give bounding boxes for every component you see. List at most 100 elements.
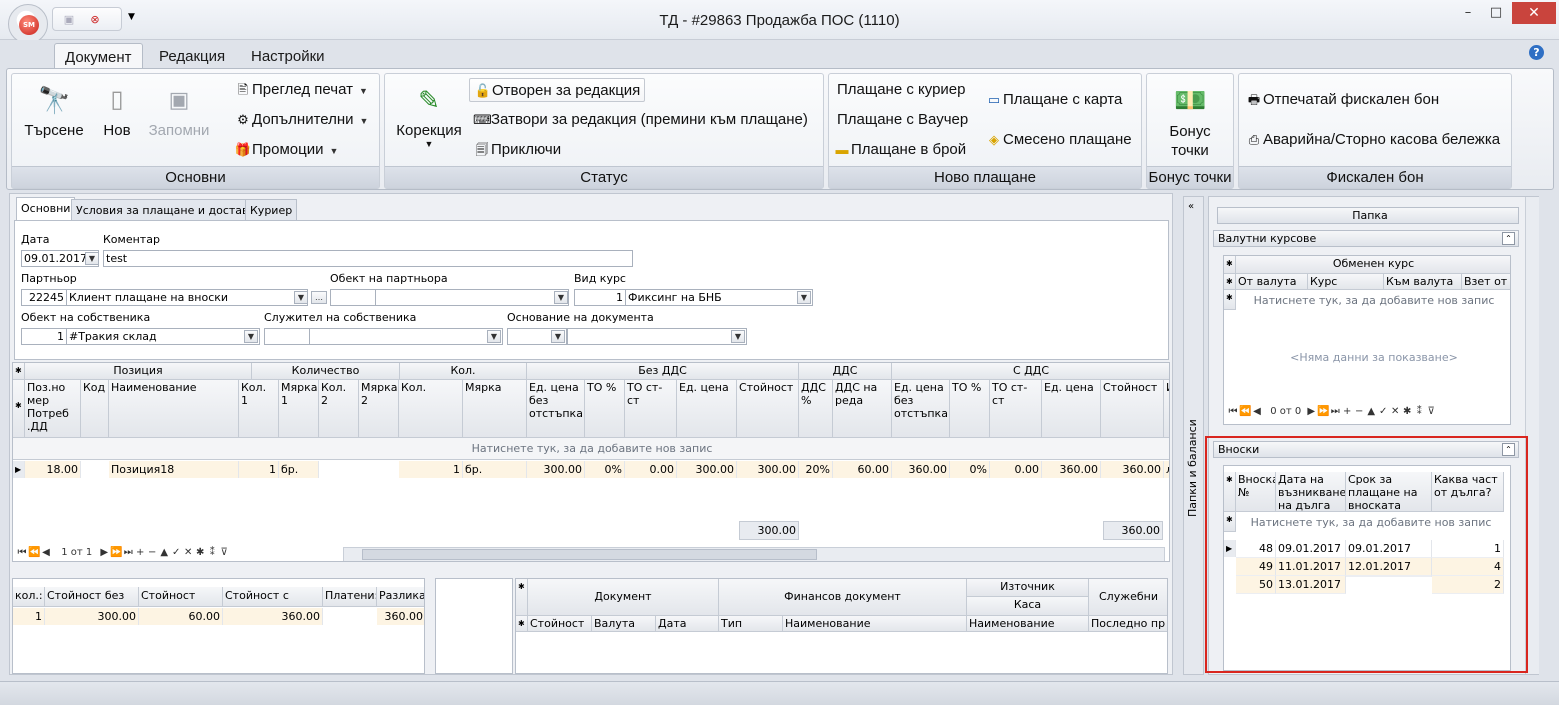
refresh-icon[interactable]: ✱	[194, 547, 206, 558]
table-cell[interactable]: 0.00	[990, 461, 1042, 478]
help-icon[interactable]: ?	[1529, 45, 1544, 60]
first-icon[interactable]: ⏮	[16, 547, 28, 558]
chevron-down-icon[interactable]: ▼	[554, 291, 568, 304]
cash-payment-button[interactable]: ▬ Плащане в брой	[833, 138, 967, 162]
filter-clear-icon[interactable]: ⊽	[1425, 406, 1437, 417]
table-cell[interactable]: бр.	[463, 461, 527, 478]
table-cell[interactable]: бр.	[279, 461, 319, 478]
last-icon[interactable]: ⏭	[1329, 406, 1341, 417]
correction-button[interactable]: ✎ Корекция ▼	[391, 84, 467, 149]
cancel-icon[interactable]: ✕	[1389, 406, 1401, 417]
card-payment-button[interactable]: ▭ Плащане с карта	[985, 88, 1122, 112]
tab-payment-delivery[interactable]: Условия за плащане и доставка	[71, 199, 267, 221]
maximize-icon[interactable]: □	[1482, 4, 1510, 22]
prev-icon[interactable]: ◀	[40, 547, 52, 558]
minimize-icon[interactable]: –	[1454, 4, 1482, 22]
table-cell[interactable]: Позиция18	[109, 461, 239, 478]
chevron-down-icon[interactable]: ▼	[244, 330, 258, 343]
table-cell[interactable]: 0%	[950, 461, 990, 478]
bonus-points-button[interactable]: 💵 Бонус точки	[1151, 84, 1229, 160]
print-preview-button[interactable]: 🖹 Преглед печат ▼	[234, 78, 368, 102]
edit-icon[interactable]: ▲	[158, 547, 170, 558]
tab-settings[interactable]: Настройки	[241, 43, 335, 70]
open-for-edit-button[interactable]: 🔓Отворен за редакция	[469, 78, 646, 102]
add-icon[interactable]: +	[134, 547, 146, 558]
collapse-icon[interactable]: ⌃	[1502, 232, 1515, 245]
prev-page-icon[interactable]: ⏪	[1239, 406, 1251, 417]
new-button[interactable]: ▯ Нов	[98, 84, 136, 139]
table-cell[interactable]: 360.00	[1042, 461, 1101, 478]
courier-payment-button[interactable]: Плащане с куриер	[837, 78, 966, 102]
table-cell[interactable]: 20%	[799, 461, 833, 478]
delete-icon[interactable]: −	[146, 547, 158, 558]
save-icon[interactable]: ✓	[1377, 406, 1389, 417]
add-icon[interactable]: +	[1341, 406, 1353, 417]
window-close-button[interactable]: ✕	[1512, 2, 1556, 24]
promotions-button[interactable]: 🎁Промоции ▼	[234, 138, 339, 162]
storno-receipt-button[interactable]: ⎙ Аварийна/Сторно касова бележка	[1245, 128, 1500, 152]
additional-button[interactable]: ⚙ Допълнителни ▼	[234, 108, 368, 132]
basis-field[interactable]	[567, 328, 747, 345]
currency-panel-header[interactable]: Валутни курсове ⌃	[1213, 230, 1519, 247]
tab-edit[interactable]: Редакция	[149, 43, 235, 70]
save-icon[interactable]: ✓	[170, 547, 182, 558]
table-cell[interactable]: 300.00	[527, 461, 585, 478]
edit-icon[interactable]: ▲	[1365, 406, 1377, 417]
chevron-down-icon[interactable]: ▼	[797, 291, 811, 304]
table-cell[interactable]: 0.00	[625, 461, 677, 478]
filter-icon[interactable]: ⁑	[206, 547, 218, 558]
tab-document[interactable]: Документ	[54, 43, 143, 70]
partner-object-field[interactable]	[375, 289, 569, 306]
rate-name-field[interactable]: Фиксинг на БНБ	[625, 289, 813, 306]
filter-clear-icon[interactable]: ⊽	[218, 547, 230, 558]
search-button[interactable]: 🔭 Търсене	[18, 84, 90, 139]
chevron-down-icon[interactable]: ▼	[85, 252, 99, 265]
currency-navigator[interactable]: ⏮ ⏪ ◀ 0 от 0 ▶ ⏩⏭ + − ▲ ✓ ✕ ✱ ⁑ ⊽	[1227, 406, 1437, 422]
voucher-payment-button[interactable]: Плащане с Ваучер	[837, 108, 968, 132]
next-icon[interactable]: ▶	[1305, 406, 1317, 417]
table-cell[interactable]: 300.00	[677, 461, 737, 478]
ellipsis-button[interactable]: …	[311, 291, 327, 304]
table-cell[interactable]: 1	[239, 461, 279, 478]
mixed-payment-button[interactable]: ◈ Смесено плащане	[985, 128, 1132, 152]
chevron-down-icon[interactable]: ▼	[551, 330, 565, 343]
horizontal-scrollbar[interactable]	[343, 547, 1165, 561]
partner-object-code-field[interactable]	[330, 289, 376, 306]
chevron-down-icon[interactable]: ▼	[294, 291, 308, 304]
prev-page-icon[interactable]: ⏪	[28, 547, 40, 558]
partner-name-field[interactable]: Клиент плащане на вноски	[66, 289, 308, 306]
filter-icon[interactable]: ⁑	[1413, 406, 1425, 417]
delete-icon[interactable]: −	[1353, 406, 1365, 417]
last-icon[interactable]: ⏭	[122, 547, 134, 558]
save-button[interactable]: ▣ Запомни	[144, 84, 214, 139]
folder-button[interactable]: Папка	[1217, 207, 1519, 224]
prev-icon[interactable]: ◀	[1251, 406, 1263, 417]
chevron-down-icon[interactable]: ▼	[487, 330, 501, 343]
first-icon[interactable]: ⏮	[1227, 406, 1239, 417]
comment-field[interactable]: test	[103, 250, 633, 267]
employee-field[interactable]	[309, 328, 503, 345]
next-page-icon[interactable]: ⏩	[1317, 406, 1329, 417]
tab-courier[interactable]: Куриер	[245, 199, 298, 221]
new-row-hint[interactable]: Натиснете тук, за да добавите нов запис	[13, 442, 1169, 455]
table-cell[interactable]: 60.00	[833, 461, 892, 478]
rate-code-field[interactable]: 1	[574, 289, 626, 306]
table-cell[interactable]: 300.00	[737, 461, 799, 478]
scroll-thumb[interactable]	[362, 549, 817, 560]
collapse-left-icon[interactable]: «	[1188, 201, 1194, 212]
close-for-edit-button[interactable]: ⌨Затвори за редакция (премини към плащан…	[473, 108, 808, 132]
table-cell[interactable]: 360.00	[1101, 461, 1164, 478]
items-navigator[interactable]: ⏮ ⏪ ◀ 1 от 1 ▶ ⏩⏭ + − ▲ ✓ ✕ ✱ ⁑ ⊽	[16, 547, 230, 561]
table-cell[interactable]: 18.00	[25, 461, 81, 478]
new-row-hint[interactable]: Натиснете тук, за да добавите нов запис	[1236, 294, 1510, 307]
finish-button[interactable]: 🗐 Приключи	[473, 138, 562, 162]
folders-balances-strip[interactable]: « Папки и баланси	[1183, 196, 1204, 675]
partner-code-field[interactable]: 22245	[21, 289, 67, 306]
table-cell[interactable]: 1	[399, 461, 463, 478]
next-page-icon[interactable]: ⏩	[110, 547, 122, 558]
chevron-down-icon[interactable]: ▼	[731, 330, 745, 343]
refresh-icon[interactable]: ✱	[1401, 406, 1413, 417]
own-object-name-field[interactable]: #Тракия склад	[66, 328, 260, 345]
table-cell[interactable]: 0%	[585, 461, 625, 478]
table-cell[interactable]: л	[1164, 461, 1169, 478]
